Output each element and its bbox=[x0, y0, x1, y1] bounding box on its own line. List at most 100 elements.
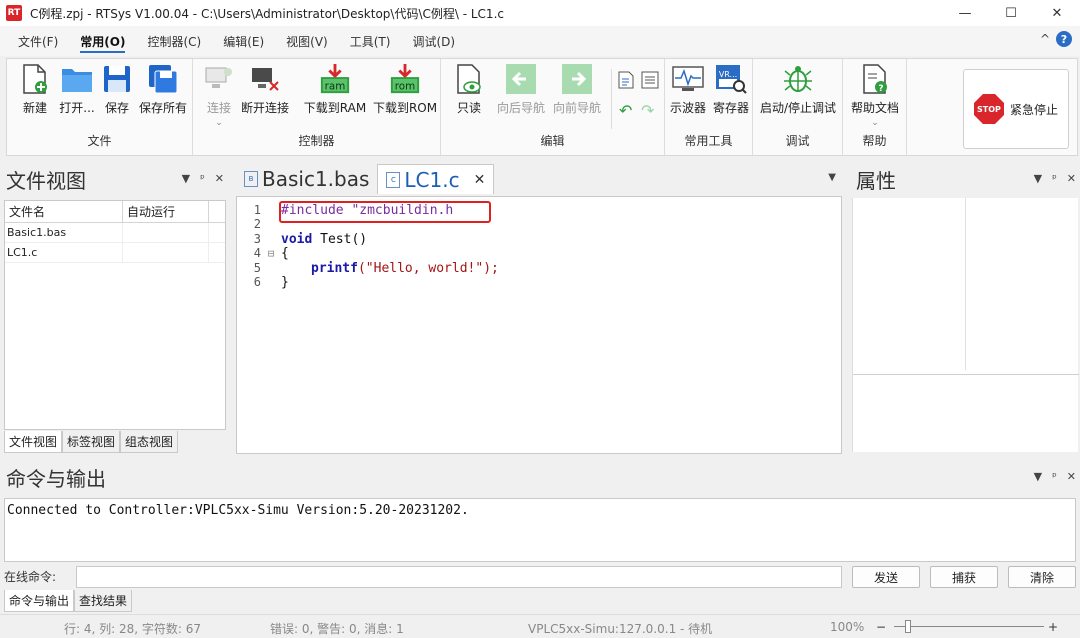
code-editor[interactable]: 1 #include "zmcbuildin.h 2 3 void Test()… bbox=[236, 196, 842, 454]
tab-edit[interactable]: 编辑(E) bbox=[213, 26, 274, 56]
ribbon-group-label: 文件 bbox=[87, 134, 112, 148]
status-bar: 行: 4, 列: 28, 字符数: 67 错误: 0, 警告: 0, 消息: 1… bbox=[0, 614, 1080, 638]
tab-basic1-bas[interactable]: B Basic1.bas bbox=[236, 164, 377, 194]
close-button[interactable]: ✕ bbox=[1034, 0, 1080, 26]
ribbon-group-debug: 启动/停止调试 调试 bbox=[753, 59, 843, 155]
close-icon[interactable]: ✕ bbox=[215, 172, 224, 185]
app-icon: RT bbox=[6, 5, 22, 21]
close-icon[interactable]: ✕ bbox=[1067, 172, 1076, 185]
cursor-position: 行: 4, 列: 28, 字符数: 67 bbox=[64, 622, 202, 636]
disconnect-icon bbox=[249, 63, 281, 95]
edit-document-icon[interactable] bbox=[617, 71, 635, 92]
zoom-level: 100% bbox=[830, 620, 865, 634]
navigate-back-button[interactable]: 向后导航 bbox=[493, 63, 549, 116]
save-all-icon bbox=[147, 63, 179, 95]
tab-file-view[interactable]: 文件视图 bbox=[4, 431, 63, 453]
tab-view[interactable]: 视图(V) bbox=[276, 26, 338, 56]
tab-label-view[interactable]: 标签视图 bbox=[62, 431, 121, 453]
connection-status: VPLC5xx-Simu:127.0.0.1 - 待机 bbox=[528, 622, 713, 636]
folder-icon bbox=[61, 63, 93, 95]
close-icon[interactable]: ✕ bbox=[1067, 470, 1076, 483]
zoom-out-icon[interactable]: − bbox=[876, 620, 886, 634]
table-row[interactable]: Basic1.bas bbox=[5, 223, 225, 243]
tab-common[interactable]: 常用(O) bbox=[70, 26, 135, 56]
zoom-in-icon[interactable]: + bbox=[1048, 620, 1058, 634]
clear-button[interactable]: 清除 bbox=[1008, 566, 1076, 588]
tab-dropdown-icon[interactable]: ▼ bbox=[828, 172, 836, 183]
bas-file-icon: B bbox=[244, 171, 258, 187]
zoom-slider[interactable] bbox=[894, 626, 1044, 627]
disconnect-button[interactable]: 断开连接 bbox=[239, 63, 291, 116]
emergency-stop-button[interactable]: STOP 紧急停止 bbox=[963, 69, 1069, 149]
tab-file[interactable]: 文件(F) bbox=[8, 26, 68, 56]
tab-command-output[interactable]: 命令与输出 bbox=[4, 590, 75, 612]
capture-button[interactable]: 捕获 bbox=[930, 566, 998, 588]
command-output-panel: 命令与输出 ▼ ᵖ ✕ Connected to Controller:VPLC… bbox=[0, 462, 1080, 612]
code-line: 5 printf ("Hello, world!"); bbox=[253, 260, 499, 276]
arrow-right-icon bbox=[561, 63, 593, 95]
oscilloscope-icon bbox=[672, 63, 704, 95]
fold-toggle-icon[interactable]: ⊟ bbox=[261, 247, 281, 260]
help-icon[interactable]: ? bbox=[1056, 31, 1072, 47]
tab-config-view[interactable]: 组态视图 bbox=[120, 431, 179, 453]
output-text: Connected to Controller:VPLC5xx-Simu Ver… bbox=[4, 498, 1076, 562]
ribbon-group-edit: 只读 向后导航 向前导航 ↶ ↷ 编辑 bbox=[441, 59, 665, 155]
svg-text:rom: rom bbox=[395, 80, 415, 92]
menu-bar: 文件(F) 常用(O) 控制器(C) 编辑(E) 视图(V) 工具(T) 调试(… bbox=[0, 26, 1080, 56]
tab-debug[interactable]: 调试(D) bbox=[402, 26, 465, 56]
start-stop-debug-button[interactable]: 启动/停止调试 bbox=[757, 63, 839, 116]
dropdown-icon[interactable]: ▼ bbox=[1034, 172, 1042, 185]
ribbon-group-help: ? 帮助文档 ⌄ 帮助 bbox=[843, 59, 907, 155]
redo-icon[interactable]: ↷ bbox=[641, 101, 654, 120]
c-file-icon: C bbox=[386, 171, 401, 188]
undo-icon[interactable]: ↶ bbox=[619, 101, 632, 120]
zoom-slider-thumb[interactable] bbox=[905, 620, 911, 633]
save-icon bbox=[101, 63, 133, 95]
new-file-icon bbox=[19, 63, 51, 95]
code-line: 3 void Test() bbox=[253, 231, 368, 247]
tab-controller[interactable]: 控制器(C) bbox=[137, 26, 211, 56]
connect-button[interactable]: 连接 ⌄ bbox=[193, 63, 245, 128]
list-document-icon[interactable] bbox=[641, 71, 659, 92]
code-line: 6 } bbox=[253, 274, 289, 290]
dropdown-icon[interactable]: ▼ bbox=[1034, 470, 1042, 483]
download-ram-button[interactable]: ram 下载到RAM bbox=[303, 63, 367, 116]
code-line: 4 ⊟ { bbox=[253, 245, 289, 261]
code-line: 2 bbox=[253, 217, 261, 231]
maximize-button[interactable]: ☐ bbox=[988, 0, 1034, 26]
save-button[interactable]: 保存 bbox=[91, 63, 143, 116]
pin-icon[interactable]: ᵖ bbox=[1052, 172, 1057, 185]
tab-find-results[interactable]: 查找结果 bbox=[74, 590, 133, 612]
send-button[interactable]: 发送 bbox=[852, 566, 920, 588]
pin-icon[interactable]: ᵖ bbox=[200, 172, 205, 185]
chevron-down-icon: ⌄ bbox=[871, 118, 879, 128]
code-line: 1 #include "zmcbuildin.h bbox=[253, 202, 454, 218]
minimize-button[interactable]: — bbox=[942, 0, 988, 26]
svg-text:VR...: VR... bbox=[719, 70, 737, 79]
svg-text:ram: ram bbox=[325, 80, 346, 92]
pin-icon[interactable]: ᵖ bbox=[1052, 470, 1057, 483]
online-command-input[interactable] bbox=[76, 566, 842, 588]
register-icon: VR... bbox=[715, 63, 747, 95]
readonly-button[interactable]: 只读 bbox=[443, 63, 495, 116]
column-header-autorun[interactable]: 自动运行 bbox=[123, 201, 209, 222]
editor-panel: B Basic1.bas C LC1.c ✕ ▼ 1 #include "zmc… bbox=[232, 160, 846, 456]
svg-text:?: ? bbox=[878, 84, 883, 94]
tab-lc1-c[interactable]: C LC1.c ✕ bbox=[377, 164, 495, 194]
ribbon-group-label: 调试 bbox=[785, 134, 810, 148]
help-document-icon: ? bbox=[859, 63, 891, 95]
ribbon-collapse-icon[interactable]: ^ bbox=[1040, 32, 1050, 46]
register-button[interactable]: VR... 寄存器 bbox=[709, 63, 753, 116]
file-view-tabs: 文件视图 标签视图 组态视图 bbox=[4, 431, 179, 453]
save-all-button[interactable]: 保存所有 bbox=[137, 63, 189, 116]
close-tab-icon[interactable]: ✕ bbox=[474, 172, 486, 188]
download-rom-button[interactable]: rom 下载到ROM bbox=[373, 63, 437, 116]
table-row[interactable]: LC1.c bbox=[5, 243, 225, 263]
dropdown-icon[interactable]: ▼ bbox=[182, 172, 190, 185]
navigate-forward-button[interactable]: 向前导航 bbox=[549, 63, 605, 116]
tab-tools[interactable]: 工具(T) bbox=[340, 26, 401, 56]
column-header-filename[interactable]: 文件名 bbox=[5, 201, 123, 222]
title-bar: RT C例程.zpj - RTSys V1.00.04 - C:\Users\A… bbox=[0, 0, 1080, 26]
help-doc-button[interactable]: ? 帮助文档 ⌄ bbox=[849, 63, 901, 128]
oscilloscope-button[interactable]: 示波器 bbox=[665, 63, 711, 116]
